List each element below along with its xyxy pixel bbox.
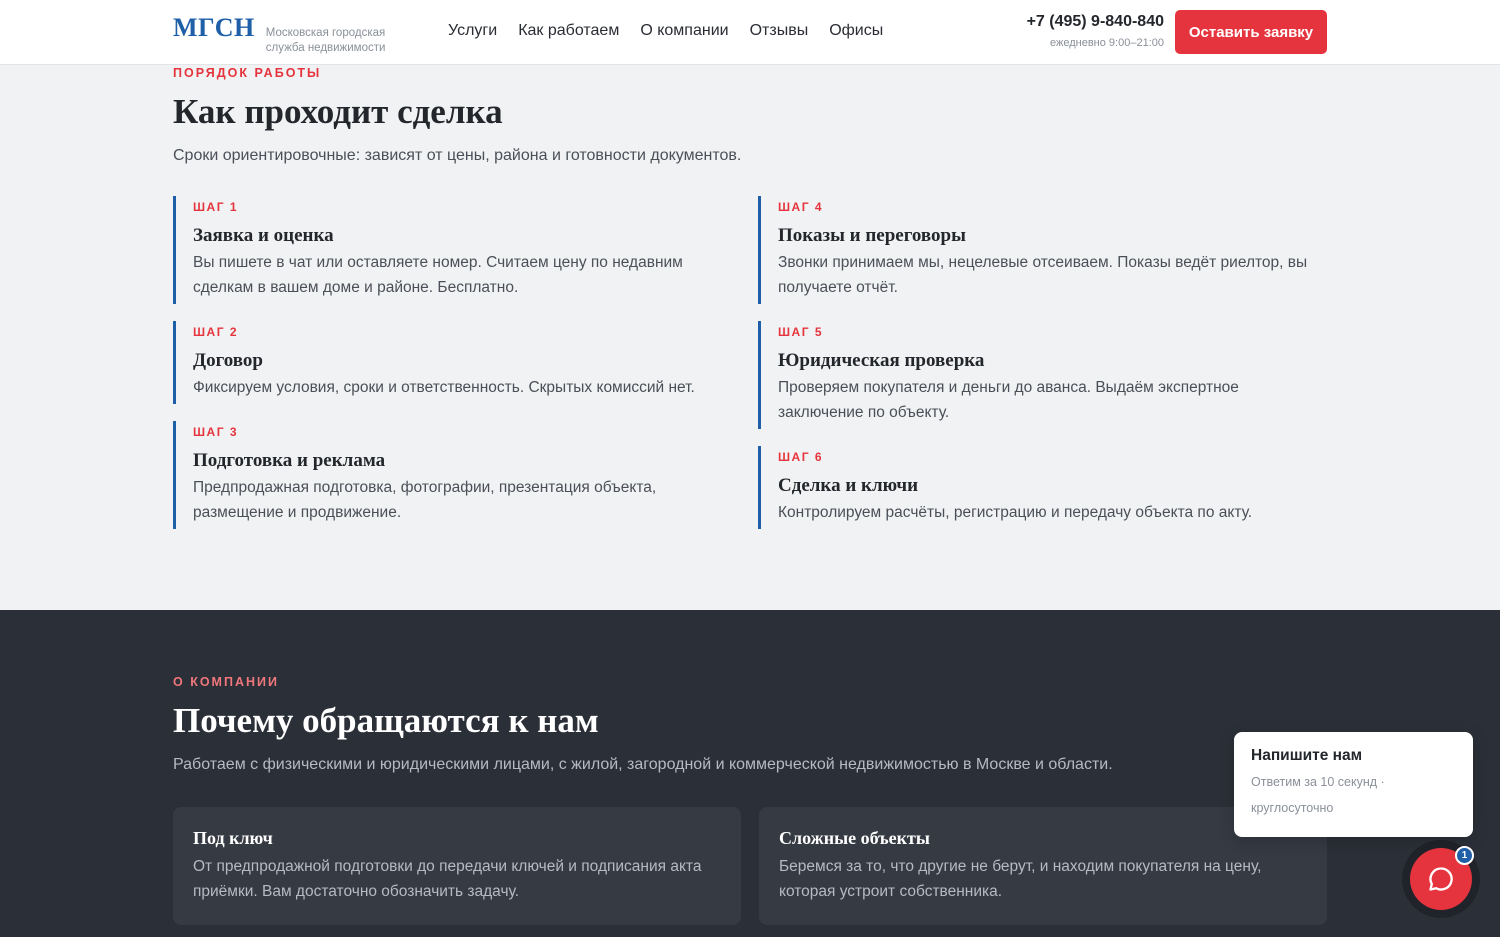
step-number: ШАГ 4 [778, 200, 824, 214]
section-title: Как проходит сделка [173, 92, 503, 131]
nav-item-reviews[interactable]: Отзывы [750, 21, 809, 41]
step-number: ШАГ 6 [778, 450, 824, 464]
chat-popup[interactable]: Напишите нам Ответим за 10 секунд · круг… [1234, 732, 1473, 837]
step-text: Проверяем покупателя и деньги до аванса.… [778, 379, 1239, 421]
phone-link[interactable]: +7 (495) 9-840-840 [1027, 13, 1164, 31]
step-text: Предпродажная подготовка, фотографии, пр… [193, 479, 657, 521]
step-item: ШАГ 1 Заявка и оценка Вы пишете в чат ил… [173, 196, 733, 304]
step-item: ШАГ 5 Юридическая проверка Проверяем пок… [758, 321, 1318, 429]
card-text: Беремся за то, что другие не берут, и на… [779, 858, 1262, 900]
logo: МГСН [173, 13, 255, 42]
logo-link[interactable]: МГСН Московская городская служба недвижи… [173, 14, 396, 56]
step-item: ШАГ 6 Сделка и ключи Контролируем расчёт… [758, 446, 1318, 529]
section-eyebrow: О КОМПАНИИ [173, 675, 279, 689]
step-number: ШАГ 3 [193, 425, 239, 439]
nav-item-offices[interactable]: Офисы [829, 21, 883, 41]
step-title: Показы и переговоры [778, 225, 966, 246]
step-text: Вы пишете в чат или оставляете номер. Сч… [193, 254, 683, 296]
section-eyebrow: ПОРЯДОК РАБОТЫ [173, 66, 322, 80]
submit-request-button[interactable]: Оставить заявку [1175, 10, 1327, 54]
nav-item-about[interactable]: О компании [640, 21, 728, 41]
step-title: Подготовка и реклама [193, 450, 386, 471]
step-title: Договор [193, 350, 263, 371]
step-text: Фиксируем условия, сроки и ответственнос… [193, 379, 695, 396]
section-lead: Работаем с физическими и юридическими ли… [173, 756, 1113, 773]
site-header: МГСН Московская городская служба недвижи… [0, 0, 1500, 65]
step-item: ШАГ 4 Показы и переговоры Звонки принима… [758, 196, 1318, 304]
nav-item-how-we-work[interactable]: Как работаем [518, 21, 619, 41]
chat-popup-subtitle: Ответим за 10 секунд · круглосуточно [1251, 775, 1385, 815]
step-text: Звонки принимаем мы, нецелевые отсеиваем… [778, 254, 1308, 296]
step-number: ШАГ 1 [193, 200, 239, 214]
deal-steps-section: ПОРЯДОК РАБОТЫ Как проходит сделка Сроки… [0, 65, 1500, 610]
step-number: ШАГ 2 [193, 325, 239, 339]
step-text: Контролируем расчёты, регистрацию и пере… [778, 504, 1253, 521]
logo-subtitle: Московская городская служба недвижимости [265, 27, 386, 54]
step-title: Сделка и ключи [778, 475, 919, 496]
feature-card: Под ключ От предпродажной подготовки до … [173, 807, 741, 925]
unread-badge: 1 [1455, 846, 1474, 865]
step-title: Заявка и оценка [193, 225, 334, 246]
step-item: ШАГ 2 Договор Фиксируем условия, сроки и… [173, 321, 733, 404]
section-title: Почему обращаются к нам [173, 701, 599, 740]
contact-block: +7 (495) 9-840-840 ежедневно 9:00–21:00 [1027, 13, 1164, 50]
card-title: Сложные объекты [779, 828, 930, 848]
card-text: От предпродажной подготовки до передачи … [193, 858, 702, 900]
nav-item-services[interactable]: Услуги [448, 21, 497, 41]
step-item: ШАГ 3 Подготовка и реклама Предпродажная… [173, 421, 733, 529]
working-hours: ежедневно 9:00–21:00 [1050, 37, 1164, 49]
section-lead: Сроки ориентировочные: зависят от цены, … [173, 147, 742, 164]
chat-popup-title: Напишите нам [1251, 747, 1363, 764]
chat-bubble-icon [1429, 867, 1453, 891]
step-number: ШАГ 5 [778, 325, 824, 339]
card-title: Под ключ [193, 828, 273, 848]
step-title: Юридическая проверка [778, 350, 985, 371]
main-nav: Услуги Как работаем О компании Отзывы Оф… [448, 21, 883, 41]
